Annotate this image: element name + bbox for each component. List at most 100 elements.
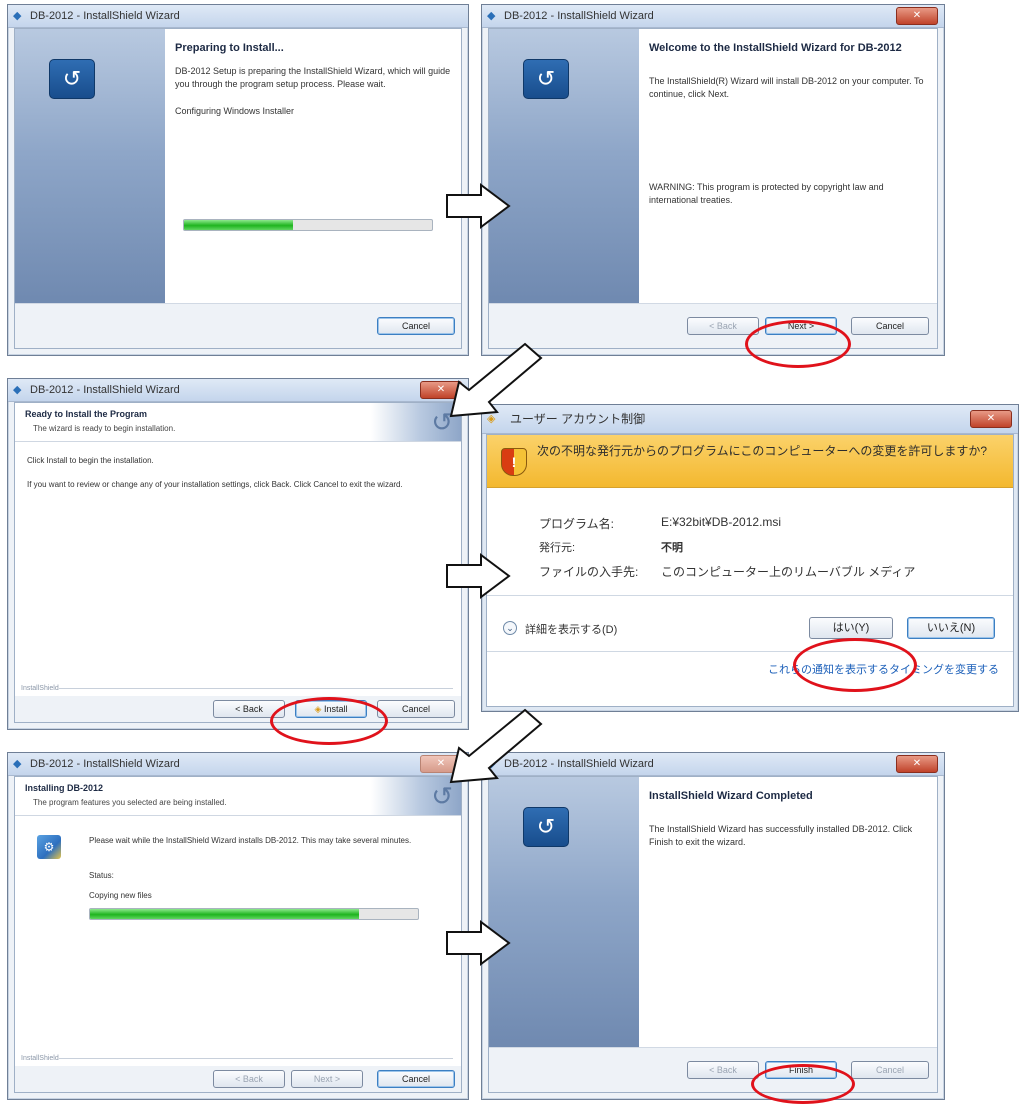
flow-arrow-diagonal-icon: [449, 708, 543, 784]
wizard-content: Welcome to the InstallShield Wizard for …: [649, 41, 929, 298]
banner-subtitle: The wizard is ready to begin installatio…: [33, 424, 176, 433]
wizard-client: Ready to Install the Program The wizard …: [14, 402, 462, 723]
wizard-banner: Ready to Install the Program The wizard …: [15, 403, 461, 442]
installshield-logo-icon: ↺: [523, 59, 569, 99]
review-instruction: If you want to review or change any of y…: [27, 480, 403, 489]
footer-divider: [59, 1058, 453, 1059]
installer-app-icon: ◆: [13, 384, 22, 396]
window-title: DB-2012 - InstallShield Wizard: [30, 384, 180, 396]
highlight-ring-finish: [751, 1064, 855, 1104]
wizard-client: Installing DB-2012 The program features …: [14, 776, 462, 1093]
publisher-label: 発行元:: [539, 542, 576, 554]
title-bar[interactable]: ◈ ユーザー アカウント制御 ✕: [482, 405, 1018, 434]
wizard-window-preparing: ◆ DB-2012 - InstallShield Wizard ↺ Prepa…: [7, 4, 469, 356]
next-button[interactable]: Next >: [291, 1070, 363, 1088]
uac-divider-bottom: [487, 651, 1013, 652]
wizard-window-welcome: ◆ DB-2012 - InstallShield Wizard ✕ ↺ Wel…: [481, 4, 945, 356]
page-description: DB-2012 Setup is preparing the InstallSh…: [175, 66, 451, 89]
yes-button[interactable]: はい(Y): [809, 617, 893, 639]
cancel-button[interactable]: Cancel: [851, 1061, 929, 1079]
program-name-label: プログラム名:: [539, 517, 614, 531]
cancel-button[interactable]: Cancel: [377, 700, 455, 718]
installer-app-icon: ◆: [487, 10, 496, 22]
window-title: DB-2012 - InstallShield Wizard: [504, 10, 654, 22]
title-bar[interactable]: ◆ DB-2012 - InstallShield Wizard ✕: [8, 379, 468, 402]
install-wait-message: Please wait while the InstallShield Wiza…: [89, 836, 412, 845]
uac-dialog: ◈ ユーザー アカウント制御 ✕ ! 次の不明な発行元からのプログラムにこのコン…: [481, 404, 1019, 712]
title-bar[interactable]: ◆ DB-2012 - InstallShield Wizard: [8, 5, 468, 28]
wizard-client: ↺ InstallShield Wizard Completed The Ins…: [488, 776, 938, 1093]
wizard-window-completed: ◆ DB-2012 - InstallShield Wizard ✕ ↺ Ins…: [481, 752, 945, 1100]
page-description: The InstallShield(R) Wizard will install…: [649, 76, 924, 99]
wizard-banner: Installing DB-2012 The program features …: [15, 777, 461, 816]
installshield-brand: InstallShield: [21, 1055, 59, 1062]
page-heading: Welcome to the InstallShield Wizard for …: [649, 42, 902, 54]
highlight-ring-next: [745, 320, 851, 368]
banner-title: Installing DB-2012: [25, 783, 104, 793]
window-title: DB-2012 - InstallShield Wizard: [30, 758, 180, 770]
cancel-button[interactable]: Cancel: [377, 317, 455, 335]
banner-subtitle: The program features you selected are be…: [33, 798, 227, 807]
wizard-client: ↺ Preparing to Install... DB-2012 Setup …: [14, 28, 462, 349]
installer-app-icon: ◆: [13, 10, 22, 22]
publisher-value: 不明: [661, 542, 683, 554]
cancel-button[interactable]: Cancel: [851, 317, 929, 335]
status-text: Copying new files: [89, 891, 152, 900]
status-label: Status:: [89, 871, 114, 880]
installer-app-icon: ◆: [13, 758, 22, 770]
title-bar[interactable]: ◆ DB-2012 - InstallShield Wizard ✕: [482, 5, 944, 28]
flow-arrow-right-icon: [446, 183, 511, 229]
wizard-client: ↺ Welcome to the InstallShield Wizard fo…: [488, 28, 938, 349]
completion-message: The InstallShield Wizard has successfull…: [649, 824, 913, 847]
wizard-content: Preparing to Install... DB-2012 Setup is…: [175, 41, 453, 298]
wizard-content: InstallShield Wizard Completed The Insta…: [649, 789, 929, 1042]
flow-arrow-diagonal-icon: [449, 342, 543, 418]
wizard-footer: < Back Finish Cancel: [489, 1047, 937, 1092]
setup-computer-icon: ⚙: [37, 835, 61, 859]
status-text: Configuring Windows Installer: [175, 106, 295, 116]
title-bar[interactable]: ◆ DB-2012 - InstallShield Wizard ✕: [8, 753, 468, 776]
uac-client: ! 次の不明な発行元からのプログラムにこのコンピューターへの変更を許可しますか?…: [486, 434, 1014, 707]
no-button[interactable]: いいえ(N): [907, 617, 995, 639]
close-button[interactable]: ✕: [970, 410, 1012, 428]
progress-fill: [90, 909, 359, 919]
installshield-logo-icon: ↺: [523, 807, 569, 847]
file-source-value: このコンピューター上のリムーバブル メディア: [661, 565, 916, 579]
window-title: DB-2012 - InstallShield Wizard: [30, 10, 180, 22]
highlight-ring-install: [270, 697, 388, 745]
program-name-value: E:¥32bit¥DB-2012.msi: [661, 515, 782, 529]
progress-bar: [183, 219, 433, 231]
file-source-label: ファイルの入手先:: [539, 565, 639, 579]
wizard-window-ready: ◆ DB-2012 - InstallShield Wizard ✕ Ready…: [7, 378, 469, 730]
wizard-footer: < Back Next > Cancel: [15, 1066, 461, 1092]
back-button[interactable]: < Back: [687, 317, 759, 335]
highlight-ring-yes: [793, 638, 917, 692]
wizard-footer: < Back Next > Cancel: [489, 303, 937, 348]
cancel-button[interactable]: Cancel: [377, 1070, 455, 1088]
chevron-down-icon[interactable]: ⌄: [503, 621, 517, 635]
close-button[interactable]: ✕: [896, 755, 938, 773]
close-button[interactable]: ✕: [896, 7, 938, 25]
wizard-content: Click Install to begin the installation.…: [27, 449, 449, 491]
wizard-footer: < Back ◈ Install Cancel: [15, 696, 461, 722]
show-details-link[interactable]: 詳細を表示する(D): [525, 621, 617, 637]
progress-fill: [184, 220, 294, 230]
banner-title: Ready to Install the Program: [25, 409, 148, 419]
installshield-brand: InstallShield: [21, 685, 59, 692]
flow-arrow-right-icon: [446, 553, 511, 599]
page-heading: InstallShield Wizard Completed: [649, 790, 813, 802]
back-button[interactable]: < Back: [213, 1070, 285, 1088]
wizard-window-installing: ◆ DB-2012 - InstallShield Wizard ✕ Insta…: [7, 752, 469, 1100]
wizard-side-panel: ↺: [15, 29, 165, 304]
uac-warning-bar: ! 次の不明な発行元からのプログラムにこのコンピューターへの変更を許可しますか?: [487, 435, 1013, 488]
footer-divider: [59, 688, 453, 689]
wizard-footer: Cancel: [15, 303, 461, 348]
uac-question: 次の不明な発行元からのプログラムにこのコンピューターへの変更を許可しますか?: [537, 444, 988, 458]
install-instruction: Click Install to begin the installation.: [27, 456, 154, 465]
wizard-side-panel: ↺: [489, 29, 639, 304]
wizard-side-panel: ↺: [489, 777, 639, 1048]
title-bar[interactable]: ◆ DB-2012 - InstallShield Wizard ✕: [482, 753, 944, 776]
copyright-warning: WARNING: This program is protected by co…: [649, 182, 884, 205]
page-heading: Preparing to Install...: [175, 42, 284, 54]
back-button[interactable]: < Back: [687, 1061, 759, 1079]
